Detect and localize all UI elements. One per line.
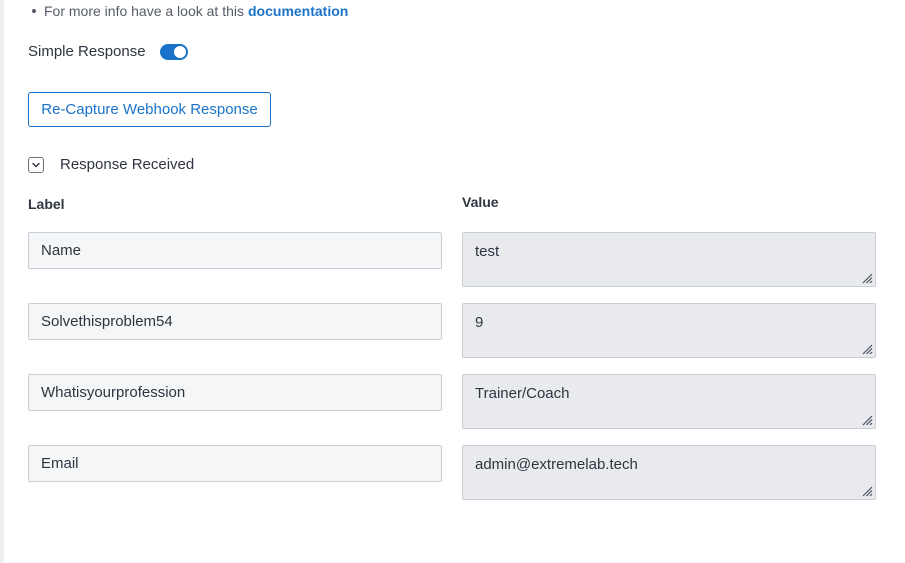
simple-response-toggle[interactable]	[159, 43, 188, 60]
simple-response-label: Simple Response	[28, 43, 146, 60]
webhook-response-panel: For more info have a look at this docume…	[0, 0, 905, 563]
label-field-whatisyourprofession[interactable]: Whatisyourprofession	[28, 374, 442, 411]
value-text: Trainer/Coach	[475, 385, 570, 402]
response-received-label: Response Received	[60, 156, 195, 173]
value-field-name[interactable]: test	[462, 232, 876, 287]
label-field-name[interactable]: Name	[28, 232, 442, 269]
left-divider	[0, 0, 4, 563]
documentation-link[interactable]: documentation	[248, 3, 348, 19]
label-column-header: Label	[28, 196, 65, 212]
bullet-icon	[32, 9, 36, 13]
label-field-email[interactable]: Email	[28, 445, 442, 482]
value-text: 9	[475, 314, 484, 331]
info-note: For more info have a look at this docume…	[32, 3, 348, 19]
value-text: test	[475, 243, 500, 260]
value-field-email[interactable]: admin@extremelab.tech	[462, 445, 876, 500]
recapture-webhook-response-button[interactable]: Re-Capture Webhook Response	[28, 92, 271, 127]
info-text: For more info have a look at this	[44, 3, 244, 19]
resize-grip-icon[interactable]	[861, 414, 873, 426]
value-column-header: Value	[462, 194, 499, 210]
resize-grip-icon[interactable]	[861, 272, 873, 284]
chevron-down-icon[interactable]	[28, 156, 44, 173]
response-received-toggle-row[interactable]: Response Received	[28, 156, 194, 173]
value-field-whatisyourprofession[interactable]: Trainer/Coach	[462, 374, 876, 429]
resize-grip-icon[interactable]	[861, 343, 873, 355]
value-field-solvethisproblem54[interactable]: 9	[462, 303, 876, 358]
value-text: admin@extremelab.tech	[475, 456, 638, 473]
resize-grip-icon[interactable]	[861, 485, 873, 497]
toggle-knob	[173, 45, 186, 58]
label-field-solvethisproblem54[interactable]: Solvethisproblem54	[28, 303, 442, 340]
simple-response-row: Simple Response	[28, 43, 188, 60]
